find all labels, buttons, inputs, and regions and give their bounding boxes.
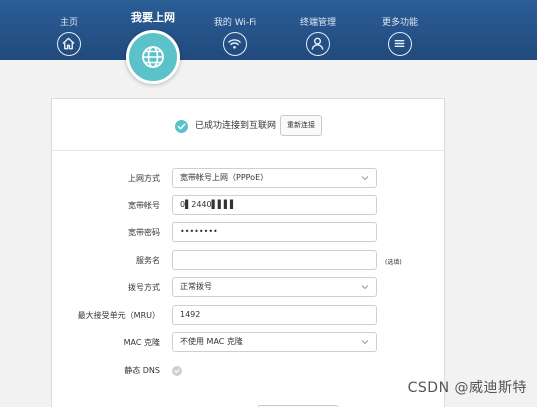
mru-input[interactable]: 1492 [172, 305, 377, 325]
nav-item-wifi[interactable]: 我的 Wi-Fi [200, 0, 270, 56]
account-value: 0▌2440▌▌▌▌ [180, 200, 237, 209]
menu-icon [388, 32, 412, 56]
nav-item-internet[interactable]: 我要上网 [118, 0, 188, 84]
mode-value: 宽带帐号上网（PPPoE） [180, 173, 269, 182]
service-input[interactable] [172, 250, 377, 270]
chevron-down-icon [361, 176, 369, 181]
password-value: •••••••• [180, 227, 218, 236]
chevron-down-icon [361, 285, 369, 290]
status-text: 已成功连接到互联网 [195, 121, 277, 131]
mru-value: 1492 [180, 310, 201, 319]
nav-label-home: 主页 [59, 18, 78, 28]
account-label: 宽带帐号 [128, 201, 160, 210]
nav-label-wifi: 我的 Wi-Fi [213, 18, 257, 28]
chevron-down-icon [361, 340, 369, 345]
mru-label: 最大接受单元（MRU） [77, 311, 160, 320]
mode-label: 上网方式 [128, 174, 160, 183]
globe-icon [126, 30, 180, 84]
nav-item-home[interactable]: 主页 [34, 0, 104, 56]
watermark: CSDN @威迪斯特 [407, 380, 527, 396]
internet-settings-panel: 已成功连接到互联网 重新连接 上网方式 宽带帐号上网（PPPoE） 宽带帐号 0… [51, 98, 445, 407]
nav-label-internet: 我要上网 [131, 11, 175, 24]
check-icon [175, 120, 188, 133]
mac-value: 不使用 MAC 克隆 [180, 337, 243, 346]
account-input[interactable]: 0▌2440▌▌▌▌ [172, 195, 377, 215]
dns-checkbox[interactable] [172, 366, 182, 376]
wifi-icon [223, 32, 247, 56]
connection-status: 已成功连接到互联网 重新连接 [52, 99, 444, 151]
home-icon [57, 32, 81, 56]
nav-label-devices: 终端管理 [299, 18, 336, 28]
service-hint: (选填) [385, 259, 402, 266]
reconnect-button[interactable]: 重新连接 [280, 115, 322, 136]
dial-select[interactable]: 正常拨号 [172, 277, 377, 297]
service-label: 服务名 [136, 256, 160, 265]
user-icon [306, 32, 330, 56]
dial-label: 拨号方式 [128, 283, 160, 292]
top-navigation: 主页 我的 Wi-Fi 终端管理 更多功能 [0, 0, 537, 60]
dial-value: 正常拨号 [180, 282, 212, 291]
nav-item-devices[interactable]: 终端管理 [283, 0, 353, 56]
nav-item-more[interactable]: 更多功能 [365, 0, 435, 56]
nav-label-more: 更多功能 [381, 18, 418, 28]
mac-label: MAC 克隆 [123, 338, 160, 347]
password-input[interactable]: •••••••• [172, 222, 377, 242]
mode-select[interactable]: 宽带帐号上网（PPPoE） [172, 168, 377, 188]
mac-select[interactable]: 不使用 MAC 克隆 [172, 332, 377, 352]
dns-label: 静态 DNS [124, 366, 160, 375]
password-label: 宽带密码 [128, 228, 160, 237]
